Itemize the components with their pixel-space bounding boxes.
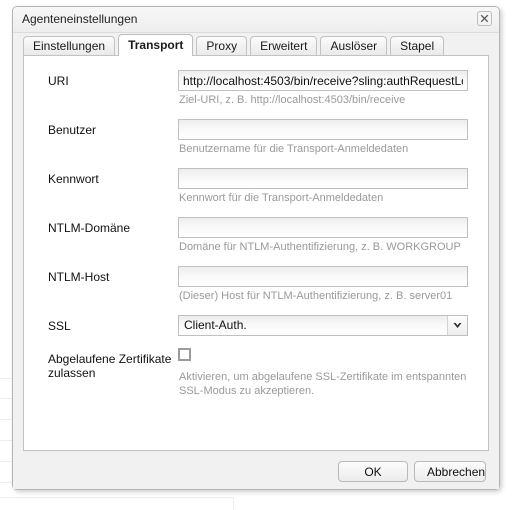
field-hint: Aktivieren, um abgelaufene SSL-Zertifika…: [179, 371, 467, 397]
cancel-button[interactable]: Abbrechen: [414, 461, 486, 482]
field-label: NTLM-Domäne: [48, 221, 131, 235]
field-control: [178, 70, 468, 91]
tab-erweitert[interactable]: Erweitert: [250, 36, 318, 56]
field-label: Kennwort: [48, 172, 99, 186]
tab-stapel[interactable]: Stapel: [390, 36, 445, 56]
field-row: Kennwort Kennwort für die Transport-Anmel…: [24, 166, 488, 210]
select-ssl[interactable]: Client-Auth.: [178, 315, 468, 336]
close-icon[interactable]: [477, 11, 492, 26]
field-hint: Kennwort für die Transport-Anmeldedaten: [179, 192, 384, 204]
input-uri[interactable]: [178, 70, 468, 91]
input-benutzer[interactable]: [178, 119, 468, 140]
field-control: [178, 217, 468, 238]
field-control: [178, 266, 468, 287]
dialog-title: Agenteneinstellungen: [22, 12, 138, 26]
tab-proxy[interactable]: Proxy: [196, 36, 248, 56]
field-label: SSL: [48, 319, 71, 333]
tab-einstellungen[interactable]: Einstellungen: [23, 36, 116, 56]
field-label: Benutzer: [48, 123, 97, 137]
field-control: [178, 348, 468, 361]
tab-bar: Einstellungen Transport Proxy Erweitert Ausl…: [23, 34, 489, 56]
field-row: Benutzer Benutzername für die Transport-A…: [24, 117, 488, 161]
field-row: NTLM-Host (Dieser) Host für NTLM-Authenti…: [24, 264, 488, 308]
checkbox-allow-expired-certificates[interactable]: [178, 348, 191, 361]
field-control: [178, 119, 468, 140]
input-kennwort[interactable]: [178, 168, 468, 189]
field-row: NTLM-Domäne Domäne für NTLM-Authentifizie…: [24, 215, 488, 259]
field-hint: Ziel-URI, z. B. http://localhost:4503/bi…: [179, 94, 406, 106]
agent-settings-dialog: Agenteneinstellungen Einstellungen Transp…: [12, 6, 500, 490]
transport-panel: URI Ziel-URI, z. B. http://localhost:4503…: [23, 55, 489, 451]
dialog-footer: OK Abbrechen: [13, 453, 499, 489]
field-row: Abgelaufene Zertifikate zulassen Aktivier…: [24, 346, 488, 397]
chevron-down-icon[interactable]: [447, 316, 467, 335]
ok-button[interactable]: OK: [338, 461, 408, 482]
input-ntlm-host[interactable]: [178, 266, 468, 287]
field-hint: Benutzername für die Transport-Anmeldeda…: [179, 143, 409, 155]
field-control: [178, 168, 468, 189]
field-hint: Domäne für NTLM-Authentifizierung, z. B.…: [179, 241, 461, 253]
field-hint: (Dieser) Host für NTLM-Authentifizierung…: [179, 290, 453, 302]
input-ntlm-dom-ne[interactable]: [178, 217, 468, 238]
field-label: URI: [48, 74, 69, 88]
select-ssl-value[interactable]: Client-Auth.: [178, 315, 468, 336]
field-label: NTLM-Host: [48, 270, 110, 284]
field-label: Abgelaufene Zertifikate zulassen: [48, 352, 172, 380]
tab-transport[interactable]: Transport: [118, 34, 194, 56]
tab-ausl-ser[interactable]: Auslöser: [320, 36, 388, 56]
field-control: Client-Auth.: [178, 315, 468, 336]
dialog-titlebar: Agenteneinstellungen: [13, 7, 499, 33]
field-row: URI Ziel-URI, z. B. http://localhost:4503…: [24, 68, 488, 112]
